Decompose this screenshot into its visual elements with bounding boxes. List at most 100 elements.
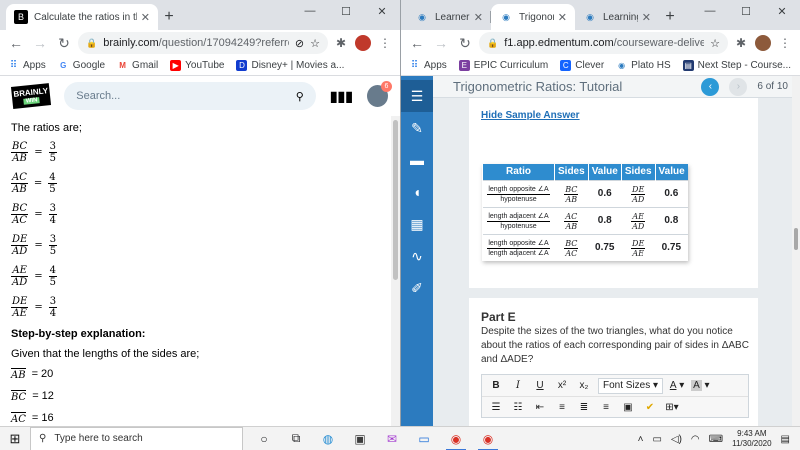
search-icon[interactable]: ⚲ bbox=[296, 90, 304, 103]
task-view-icon[interactable]: ⧉ bbox=[281, 427, 311, 450]
pencil-tool-icon[interactable]: ✐ bbox=[401, 272, 433, 304]
maximize-icon[interactable]: ☐ bbox=[728, 0, 764, 22]
clock[interactable]: 9:43 AM 11/30/2020 bbox=[732, 429, 771, 449]
address-bar[interactable]: 🔒 brainly.com/question/17094249?referrer… bbox=[78, 32, 328, 54]
address-bar[interactable]: 🔒 f1.app.edmentum.com/courseware-deliver… bbox=[479, 32, 728, 54]
right-tab-strip: ◉ Learner Home ✕ ◉ Trigonometric ✕ ◉ Lea… bbox=[401, 0, 800, 30]
menu-kebab-icon[interactable]: ⋮ bbox=[376, 34, 394, 52]
profile-avatar[interactable] bbox=[754, 34, 772, 52]
brainly-logo[interactable]: BRAINLY WIN bbox=[10, 83, 52, 109]
tab-learner-home[interactable]: ◉ Learner Home ✕ bbox=[407, 4, 491, 30]
star-icon[interactable]: ☆ bbox=[310, 37, 320, 50]
part-e-card: Part E Despite the sizes of the two tria… bbox=[469, 298, 758, 426]
windows-start-icon[interactable]: ⊞ bbox=[0, 427, 30, 450]
tab-brainly[interactable]: B Calculate the ratios in the table u ✕ bbox=[6, 4, 158, 30]
bookmark-plato[interactable]: ◉ Plato HS bbox=[616, 60, 670, 71]
close-window-icon[interactable]: ✕ bbox=[364, 0, 400, 22]
reload-icon[interactable]: ↻ bbox=[54, 33, 74, 53]
close-window-icon[interactable]: ✕ bbox=[764, 0, 800, 22]
graph-icon[interactable]: ∿ bbox=[401, 240, 433, 272]
bookmark-apps[interactable]: ⠿ Apps bbox=[8, 60, 46, 71]
bookmark-google[interactable]: G Google bbox=[58, 60, 105, 71]
italic-button[interactable]: I bbox=[510, 378, 526, 394]
close-tab-icon[interactable]: ✕ bbox=[141, 11, 150, 24]
left-scrollbar[interactable] bbox=[391, 116, 400, 426]
list-menu-icon[interactable]: ☰ bbox=[401, 80, 433, 112]
extensions-icon[interactable]: ✱ bbox=[332, 34, 350, 52]
right-toolbar: ← → ↻ 🔒 f1.app.edmentum.com/courseware-d… bbox=[401, 30, 800, 56]
mail-icon[interactable]: ▭ bbox=[409, 427, 439, 450]
align-center-icon[interactable]: ≣ bbox=[576, 399, 592, 415]
rich-text-editor[interactable]: B I U x² x₂ Font Sizes ▾ A ▾ A ▾ ☰ ☷ ⇤ ≡ bbox=[481, 374, 749, 418]
minimize-icon[interactable]: — bbox=[292, 0, 328, 22]
new-tab-button[interactable]: + bbox=[659, 4, 681, 30]
subscript-button[interactable]: x₂ bbox=[576, 378, 592, 394]
numbered-list-icon[interactable]: ☷ bbox=[510, 399, 526, 415]
network-icon[interactable]: ▭ bbox=[652, 434, 661, 445]
stats-icon[interactable]: ▮▮▮ bbox=[330, 88, 353, 105]
superscript-button[interactable]: x² bbox=[554, 378, 570, 394]
read-aloud-icon[interactable]: ◖ bbox=[401, 176, 433, 208]
special-char-icon[interactable]: ✔ bbox=[642, 399, 658, 415]
tab-trigonometric[interactable]: ◉ Trigonometric ✕ bbox=[491, 4, 575, 30]
bold-button[interactable]: B bbox=[488, 378, 504, 394]
volume-icon[interactable]: ◁) bbox=[671, 434, 682, 445]
folder-icon[interactable]: ▬ bbox=[401, 144, 433, 176]
notifications-icon[interactable]: ▤ bbox=[781, 434, 790, 445]
store-icon[interactable]: ▣ bbox=[345, 427, 375, 450]
maximize-icon[interactable]: ☐ bbox=[328, 0, 364, 22]
bookmark-youtube[interactable]: ▶ YouTube bbox=[170, 60, 224, 71]
back-icon[interactable]: ← bbox=[407, 33, 427, 53]
bookmark-clever[interactable]: C Clever bbox=[560, 60, 604, 71]
edit-notes-icon[interactable]: ✎ bbox=[401, 112, 433, 144]
messenger-icon[interactable]: ✉ bbox=[377, 427, 407, 450]
next-page-button[interactable]: › bbox=[729, 77, 748, 96]
outdent-icon[interactable]: ⇤ bbox=[532, 399, 548, 415]
forward-icon[interactable]: → bbox=[30, 33, 50, 53]
chevron-up-icon[interactable]: ˄ bbox=[638, 434, 644, 445]
font-sizes-dropdown[interactable]: Font Sizes ▾ bbox=[598, 377, 664, 394]
scroll-thumb[interactable] bbox=[393, 120, 398, 280]
bookmark-gmail[interactable]: M Gmail bbox=[117, 60, 158, 71]
background-color-button[interactable]: A ▾ bbox=[691, 378, 710, 394]
previous-page-button[interactable]: ‹ bbox=[701, 77, 720, 96]
cortana-icon[interactable]: ○ bbox=[249, 427, 279, 450]
bullet-list-icon[interactable]: ☰ bbox=[488, 399, 504, 415]
hide-sample-answer-link[interactable]: Hide Sample Answer bbox=[481, 110, 580, 121]
chrome-window-icon[interactable]: ◉ bbox=[473, 427, 503, 450]
bookmark-disney[interactable]: D Disney+ | Movies a... bbox=[236, 60, 344, 71]
insert-table-icon[interactable]: ⊞▾ bbox=[664, 399, 680, 415]
brainly-search-input[interactable]: Search... ⚲ bbox=[64, 82, 316, 110]
reload-icon[interactable]: ↻ bbox=[455, 33, 475, 53]
calculator-icon[interactable]: ▦ bbox=[401, 208, 433, 240]
close-tab-icon[interactable]: ✕ bbox=[474, 11, 483, 24]
close-tab-icon[interactable]: ✕ bbox=[642, 11, 651, 24]
close-tab-icon[interactable]: ✕ bbox=[558, 11, 567, 24]
chrome-icon[interactable]: ◉ bbox=[441, 427, 471, 450]
font-color-button[interactable]: A ▾ bbox=[669, 378, 685, 394]
bookmark-apps[interactable]: ⠿ Apps bbox=[409, 60, 447, 71]
new-tab-button[interactable]: + bbox=[158, 4, 180, 30]
underline-button[interactable]: U bbox=[532, 378, 548, 394]
right-scrollbar[interactable] bbox=[792, 76, 800, 426]
edge-icon[interactable]: ◍ bbox=[313, 427, 343, 450]
user-avatar[interactable]: 6 bbox=[366, 81, 392, 107]
bookmark-epic[interactable]: E EPIC Curriculum bbox=[458, 60, 548, 71]
eye-slash-icon[interactable]: ⊘ bbox=[295, 37, 304, 50]
tab-learning-path[interactable]: ◉ Learning Path ✕ bbox=[575, 4, 659, 30]
star-icon[interactable]: ☆ bbox=[710, 37, 720, 50]
forward-icon[interactable]: → bbox=[431, 33, 451, 53]
back-icon[interactable]: ← bbox=[6, 33, 26, 53]
menu-kebab-icon[interactable]: ⋮ bbox=[776, 34, 794, 52]
bookmark-nextstep[interactable]: ▤ Next Step - Course... bbox=[682, 60, 791, 71]
wifi-icon[interactable]: ◠ bbox=[691, 434, 700, 445]
taskbar-search-input[interactable]: ⚲ Type here to search bbox=[30, 426, 243, 450]
scroll-thumb[interactable] bbox=[794, 228, 798, 250]
keyboard-icon[interactable]: ⌨ bbox=[709, 434, 723, 445]
minimize-icon[interactable]: — bbox=[692, 0, 728, 22]
insert-image-icon[interactable]: ▣ bbox=[620, 399, 636, 415]
extensions-icon[interactable]: ✱ bbox=[732, 34, 750, 52]
profile-avatar[interactable] bbox=[354, 34, 372, 52]
align-left-icon[interactable]: ≡ bbox=[554, 399, 570, 415]
align-right-icon[interactable]: ≡ bbox=[598, 399, 614, 415]
